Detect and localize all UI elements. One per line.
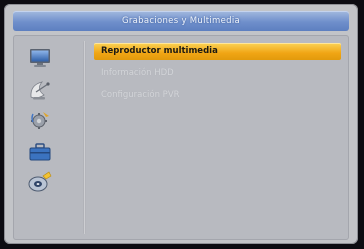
osd-window: Grabaciones y Multimedia Reproductor mul… — [4, 4, 358, 244]
category-icon-column — [19, 43, 71, 209]
menu-item-reproductor-multimedia[interactable]: Reproductor multimedia — [94, 43, 341, 60]
menu-item-configuracion-pvr[interactable]: Configuración PVR — [94, 87, 341, 104]
column-divider — [83, 41, 86, 234]
toolbox-icon[interactable] — [27, 141, 53, 163]
monitor-icon[interactable] — [27, 47, 53, 69]
satellite-dish-icon[interactable] — [27, 79, 53, 101]
menu-item-informacion-hdd[interactable]: Información HDD — [94, 65, 341, 82]
tv-screen: Grabaciones y Multimedia Reproductor mul… — [0, 0, 364, 249]
submenu-list: Reproductor multimedia Información HDD C… — [94, 43, 341, 109]
gear-settings-icon[interactable] — [27, 109, 53, 131]
media-disc-icon[interactable] — [27, 171, 53, 193]
window-title: Grabaciones y Multimedia — [13, 11, 349, 31]
menu-panel: Reproductor multimedia Información HDD C… — [13, 35, 349, 240]
